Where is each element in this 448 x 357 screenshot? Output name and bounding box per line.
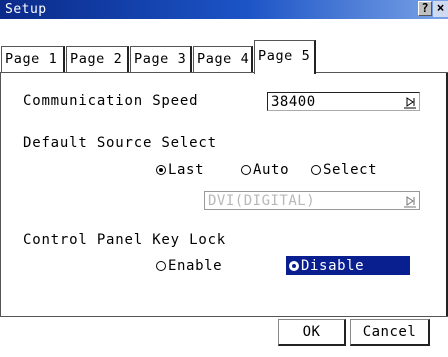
control-panel-key-lock-label: Control Panel Key Lock (23, 232, 227, 248)
radio-auto-label: Auto (253, 162, 290, 178)
dropdown-arrow-icon (404, 196, 416, 208)
communication-speed-label: Communication Speed (23, 93, 199, 109)
radio-select[interactable]: Select (311, 162, 377, 178)
button-area-divider (0, 316, 448, 317)
radio-select-indicator (311, 165, 321, 175)
tab-page-4[interactable]: Page 4 (193, 46, 253, 73)
tab-page-3[interactable]: Page 3 (130, 46, 192, 73)
radio-select-label: Select (323, 162, 378, 178)
tab-strip: Page 1 Page 2 Page 3 Page 4 Page 5 (0, 40, 448, 74)
radio-disable-indicator (289, 260, 299, 271)
radio-auto-indicator (241, 165, 251, 175)
dropdown-arrow-icon (404, 97, 416, 109)
tab-baseline (0, 72, 448, 73)
radio-last-label: Last (168, 162, 205, 178)
communication-speed-select[interactable]: 38400 (267, 92, 420, 111)
title-bar: Setup ? × (0, 0, 448, 19)
ok-button[interactable]: OK (278, 319, 346, 346)
panel-left-edge (0, 72, 1, 316)
close-button[interactable]: × (433, 1, 448, 17)
radio-enable-indicator (156, 261, 166, 271)
tab-page-5[interactable]: Page 5 (254, 40, 316, 74)
radio-disable[interactable]: Disable (286, 256, 410, 275)
setup-dialog: Setup ? × Page 1 Page 2 Page 3 Page 4 Pa… (0, 0, 448, 357)
radio-disable-label: Disable (301, 257, 365, 274)
default-source-select-label: Default Source Select (23, 135, 217, 151)
radio-enable-label: Enable (168, 258, 223, 274)
cancel-button[interactable]: Cancel (350, 319, 430, 346)
source-select-value: DVI(DIGITAL) (208, 193, 316, 209)
radio-enable[interactable]: Enable (156, 258, 222, 274)
tab-page-1[interactable]: Page 1 (1, 46, 65, 73)
tab-page-2[interactable]: Page 2 (66, 46, 129, 73)
radio-last[interactable]: Last (156, 162, 204, 178)
communication-speed-value: 38400 (271, 94, 316, 110)
source-select-combo[interactable]: DVI(DIGITAL) (204, 191, 420, 210)
help-button[interactable]: ? (418, 1, 432, 16)
radio-auto[interactable]: Auto (241, 162, 289, 178)
radio-last-indicator (156, 165, 166, 175)
window-title: Setup (5, 2, 47, 17)
